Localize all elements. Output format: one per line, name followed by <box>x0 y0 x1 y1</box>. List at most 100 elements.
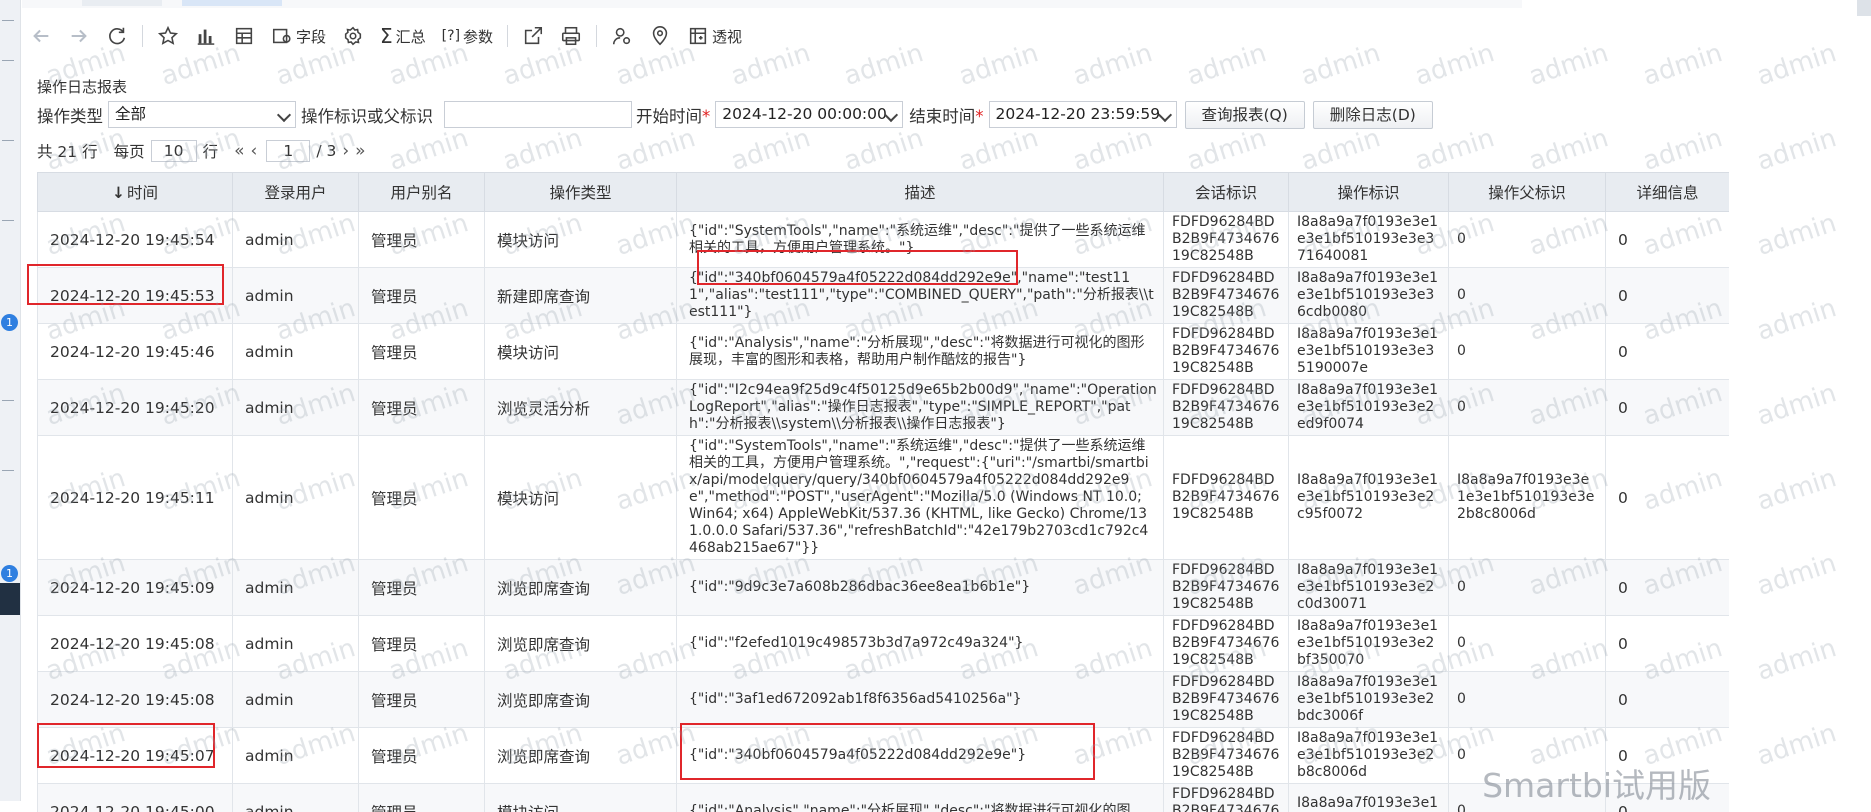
watermark-text: admin <box>1753 208 1840 262</box>
table-row[interactable]: 2024-12-20 19:45:08admin管理员浏览即席查询{"id":"… <box>38 616 1730 672</box>
cell-parent: 0 <box>1449 324 1606 380</box>
table-row[interactable]: 2024-12-20 19:45:08admin管理员浏览即席查询{"id":"… <box>38 672 1730 728</box>
user-setting-button[interactable] <box>603 20 641 52</box>
rail-marker <box>2 400 14 401</box>
cell-desc: {"id":"Analysis","name":"分析展现","desc":"将… <box>677 324 1164 380</box>
last-page-icon[interactable]: » <box>355 141 365 161</box>
breadcrumb[interactable] <box>82 0 162 6</box>
column-header-alias[interactable]: 用户别名 <box>359 173 485 212</box>
cell-parent: 0 <box>1449 212 1606 268</box>
breadcrumb-active[interactable] <box>182 0 282 6</box>
cell-opid: I8a8a9a7f0193e3e1e3e1bf510193e3e2bdc3006… <box>1289 672 1449 728</box>
cell-session: FDFD96284BDB2B9F473467619C82548B <box>1164 560 1289 616</box>
start-time-select[interactable]: 2024-12-20 00:00:00 <box>715 101 903 128</box>
op-id-input[interactable] <box>444 101 632 128</box>
per-page-input[interactable]: 10 <box>151 140 197 162</box>
table-row[interactable]: 2024-12-20 19:45:20admin管理员浏览灵活分析{"id":"… <box>38 380 1730 436</box>
query-report-button[interactable]: 查询报表(Q) <box>1185 101 1305 129</box>
rail-marker <box>2 60 14 61</box>
back-button[interactable] <box>22 20 60 52</box>
watermark-text: admin <box>1297 123 1384 177</box>
cell-detail: 0 <box>1606 436 1730 560</box>
watermark-text: admin <box>1525 38 1612 92</box>
fields-button[interactable]: 字段 <box>263 20 334 52</box>
cell-desc: {"id":"340bf0604579a4f05222d084dd292e9e"… <box>677 268 1164 324</box>
table-row[interactable]: 2024-12-20 19:45:11admin管理员模块访问{"id":"Sy… <box>38 436 1730 560</box>
column-header-desc[interactable]: 描述 <box>677 173 1164 212</box>
notification-badge[interactable]: 1 <box>1 565 18 582</box>
cell-type: 浏览即席查询 <box>485 560 677 616</box>
log-table: ↓时间 登录用户 用户别名 操作类型 描述 会话标识 操作标识 操作父标识 详细… <box>37 172 1729 812</box>
cell-session: FDFD96284BDB2B9F473467619C82548B <box>1164 212 1289 268</box>
breadcrumb-strip <box>22 0 1522 8</box>
table-row[interactable]: 2024-12-20 19:45:53admin管理员新建即席查询{"id":"… <box>38 268 1730 324</box>
current-page-input[interactable]: 1 <box>266 140 310 162</box>
table-row[interactable]: 2024-12-20 19:45:07admin管理员浏览即席查询{"id":"… <box>38 728 1730 784</box>
cell-parent: 0 <box>1449 672 1606 728</box>
notification-badge[interactable]: 1 <box>1 314 18 331</box>
cell-session: FDFD96284BDB2B9F473467619C82548B <box>1164 728 1289 784</box>
table-header-row: ↓时间 登录用户 用户别名 操作类型 描述 会话标识 操作标识 操作父标识 详细… <box>38 173 1730 212</box>
table-body: 2024-12-20 19:45:54admin管理员模块访问{"id":"Sy… <box>38 212 1730 812</box>
cell-detail: 0 <box>1606 380 1730 436</box>
summary-button[interactable]: Σ 汇总 <box>372 20 434 52</box>
end-time-select[interactable]: 2024-12-20 23:59:59 <box>989 101 1177 128</box>
cell-time: 2024-12-20 19:45:53 <box>38 268 233 324</box>
table-row[interactable]: 2024-12-20 19:45:54admin管理员模块访问{"id":"Sy… <box>38 212 1730 268</box>
column-header-time[interactable]: ↓时间 <box>38 173 233 212</box>
watermark-text: admin <box>385 123 472 177</box>
cell-opid: I8a8a9a7f0193e3e1e3e1bf510193e3e36cdb008… <box>1289 268 1449 324</box>
table-row[interactable]: 2024-12-20 19:45:46admin管理员模块访问{"id":"An… <box>38 324 1730 380</box>
cell-type: 模块访问 <box>485 212 677 268</box>
column-header-opid[interactable]: 操作标识 <box>1289 173 1449 212</box>
refresh-button[interactable] <box>98 20 136 52</box>
total-pages-text: / 3 <box>316 142 336 160</box>
cell-session: FDFD96284BDB2B9F473467619C82548B <box>1164 672 1289 728</box>
chevron-down-icon <box>277 108 291 122</box>
left-sidebar-rail: 1 1 <box>0 0 21 801</box>
cell-parent: 0 <box>1449 380 1606 436</box>
column-header-type[interactable]: 操作类型 <box>485 173 677 212</box>
summary-label: 汇总 <box>396 26 426 47</box>
next-page-icon[interactable]: › <box>342 141 349 161</box>
pivot-button[interactable]: 透视 <box>679 20 750 52</box>
export-button[interactable] <box>514 20 552 52</box>
params-button[interactable]: [?] 参数 <box>434 20 501 52</box>
table-row[interactable]: 2024-12-20 19:45:09admin管理员浏览即席查询{"id":"… <box>38 560 1730 616</box>
cell-session: FDFD96284BDB2B9F473467619C82548B <box>1164 616 1289 672</box>
cell-opid: I8a8a9a7f0193e3e1e3e1bf510193e3e2c95f007… <box>1289 436 1449 560</box>
favorite-button[interactable] <box>149 20 187 52</box>
chart-button[interactable] <box>187 20 225 52</box>
cell-type: 浏览即席查询 <box>485 672 677 728</box>
watermark-text: admin <box>499 123 586 177</box>
back-arrow-icon <box>30 25 52 47</box>
op-type-select[interactable]: 全部 <box>108 101 296 128</box>
cell-time: 2024-12-20 19:45:20 <box>38 380 233 436</box>
cell-alias: 管理员 <box>359 672 485 728</box>
first-page-icon[interactable]: « <box>234 141 244 161</box>
op-id-label: 操作标识或父标识 <box>301 103 433 127</box>
cell-opid: I8a8a9a7f0193e3e1e3e1bf510193e3e <box>1289 784 1449 812</box>
settings-button[interactable] <box>334 20 372 52</box>
cell-opid: I8a8a9a7f0193e3e1e3e1bf510193e3e35190007… <box>1289 324 1449 380</box>
delete-log-button[interactable]: 删除日志(D) <box>1313 101 1433 129</box>
cell-alias: 管理员 <box>359 616 485 672</box>
prev-page-icon[interactable]: ‹ <box>251 141 258 161</box>
rail-active-item[interactable] <box>0 583 20 615</box>
watermark-text: admin <box>1753 38 1840 92</box>
star-icon <box>157 25 179 47</box>
table-view-button[interactable] <box>225 20 263 52</box>
scrollbar[interactable] <box>1857 0 1871 16</box>
table-row[interactable]: 2024-12-20 19:45:00admin管理员模块访问{"id":"An… <box>38 784 1730 812</box>
location-button[interactable] <box>641 20 679 52</box>
cell-user: admin <box>233 380 359 436</box>
column-header-parent[interactable]: 操作父标识 <box>1449 173 1606 212</box>
print-button[interactable] <box>552 20 590 52</box>
forward-button[interactable] <box>60 20 98 52</box>
column-header-session[interactable]: 会话标识 <box>1164 173 1289 212</box>
sort-desc-icon: ↓ <box>112 184 125 202</box>
column-header-detail[interactable]: 详细信息 <box>1606 173 1730 212</box>
rail-marker <box>2 140 14 141</box>
total-rows-text: 共 21 行 <box>37 140 98 162</box>
column-header-user[interactable]: 登录用户 <box>233 173 359 212</box>
